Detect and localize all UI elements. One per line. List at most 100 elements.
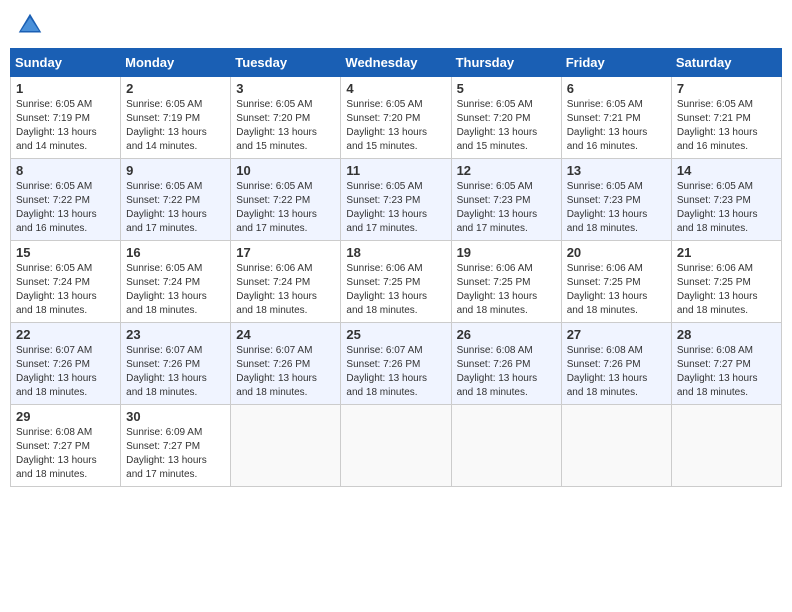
calendar-header-row: SundayMondayTuesdayWednesdayThursdayFrid… xyxy=(11,49,782,77)
sunrise-text: Sunrise: 6:05 AM xyxy=(16,98,115,112)
day-number: 17 xyxy=(236,245,335,260)
sunset-text: Sunset: 7:27 PM xyxy=(16,440,115,454)
sunrise-text: Sunrise: 6:05 AM xyxy=(126,180,225,194)
sunset-text: Sunset: 7:24 PM xyxy=(16,276,115,290)
sunset-text: Sunset: 7:20 PM xyxy=(457,112,556,126)
calendar-cell: 30 Sunrise: 6:09 AMSunset: 7:27 PMDayligh… xyxy=(121,405,231,487)
calendar-cell: 3Sunrise: 6:05 AMSunset: 7:20 PMDaylight… xyxy=(231,77,341,159)
day-info: Sunrise: 6:05 AMSunset: 7:23 PMDaylight:… xyxy=(457,180,556,236)
day-number: 30 xyxy=(126,409,225,424)
daylight-text: Daylight: 13 hours and 15 minutes. xyxy=(457,126,556,154)
day-info: Sunrise: 6:05 AMSunset: 7:20 PMDaylight:… xyxy=(236,98,335,154)
day-number: 2 xyxy=(126,81,225,96)
calendar-header-thursday: Thursday xyxy=(451,49,561,77)
calendar-cell: 25 Sunrise: 6:07 AMSunset: 7:26 PMDayligh… xyxy=(341,323,451,405)
daylight-text: Daylight: 13 hours and 18 minutes. xyxy=(677,290,776,318)
day-info: Sunrise: 6:07 AMSunset: 7:26 PMDaylight:… xyxy=(236,344,335,400)
calendar-cell: 7 Sunrise: 6:05 AMSunset: 7:21 PMDaylight… xyxy=(671,77,781,159)
day-number: 22 xyxy=(16,327,115,342)
sunset-text: Sunset: 7:20 PM xyxy=(236,112,335,126)
sunrise-text: Sunrise: 6:05 AM xyxy=(457,180,556,194)
sunset-text: Sunset: 7:25 PM xyxy=(567,276,666,290)
day-number: 23 xyxy=(126,327,225,342)
sunset-text: Sunset: 7:25 PM xyxy=(457,276,556,290)
sunset-text: Sunset: 7:23 PM xyxy=(567,194,666,208)
sunrise-text: Sunrise: 6:05 AM xyxy=(236,180,335,194)
day-number: 24 xyxy=(236,327,335,342)
daylight-text: Daylight: 13 hours and 18 minutes. xyxy=(126,372,225,400)
calendar-header-sunday: Sunday xyxy=(11,49,121,77)
daylight-text: Daylight: 13 hours and 18 minutes. xyxy=(346,372,445,400)
daylight-text: Daylight: 13 hours and 16 minutes. xyxy=(677,126,776,154)
daylight-text: Daylight: 13 hours and 18 minutes. xyxy=(567,290,666,318)
sunset-text: Sunset: 7:27 PM xyxy=(126,440,225,454)
calendar-cell: 27Sunrise: 6:08 AMSunset: 7:26 PMDayligh… xyxy=(561,323,671,405)
calendar-cell: 21 Sunrise: 6:06 AMSunset: 7:25 PMDayligh… xyxy=(671,241,781,323)
day-number: 26 xyxy=(457,327,556,342)
sunset-text: Sunset: 7:27 PM xyxy=(677,358,776,372)
day-number: 27 xyxy=(567,327,666,342)
sunrise-text: Sunrise: 6:08 AM xyxy=(567,344,666,358)
day-info: Sunrise: 6:09 AMSunset: 7:27 PMDaylight:… xyxy=(126,426,225,482)
day-info: Sunrise: 6:05 AMSunset: 7:20 PMDaylight:… xyxy=(346,98,445,154)
day-info: Sunrise: 6:06 AMSunset: 7:25 PMDaylight:… xyxy=(677,262,776,318)
sunrise-text: Sunrise: 6:07 AM xyxy=(126,344,225,358)
sunset-text: Sunset: 7:22 PM xyxy=(126,194,225,208)
sunset-text: Sunset: 7:22 PM xyxy=(236,194,335,208)
day-info: Sunrise: 6:05 AMSunset: 7:24 PMDaylight:… xyxy=(126,262,225,318)
day-info: Sunrise: 6:08 AMSunset: 7:27 PMDaylight:… xyxy=(16,426,115,482)
calendar-cell xyxy=(341,405,451,487)
calendar-header-wednesday: Wednesday xyxy=(341,49,451,77)
daylight-text: Daylight: 13 hours and 18 minutes. xyxy=(16,454,115,482)
sunrise-text: Sunrise: 6:05 AM xyxy=(126,98,225,112)
day-number: 21 xyxy=(677,245,776,260)
day-number: 14 xyxy=(677,163,776,178)
day-info: Sunrise: 6:06 AMSunset: 7:25 PMDaylight:… xyxy=(457,262,556,318)
sunset-text: Sunset: 7:20 PM xyxy=(346,112,445,126)
calendar-table: SundayMondayTuesdayWednesdayThursdayFrid… xyxy=(10,48,782,487)
day-number: 7 xyxy=(677,81,776,96)
calendar-cell: 28Sunrise: 6:08 AMSunset: 7:27 PMDayligh… xyxy=(671,323,781,405)
daylight-text: Daylight: 13 hours and 18 minutes. xyxy=(16,290,115,318)
sunset-text: Sunset: 7:26 PM xyxy=(126,358,225,372)
logo-icon xyxy=(15,10,45,40)
daylight-text: Daylight: 13 hours and 18 minutes. xyxy=(457,290,556,318)
daylight-text: Daylight: 13 hours and 17 minutes. xyxy=(126,454,225,482)
day-number: 9 xyxy=(126,163,225,178)
sunrise-text: Sunrise: 6:05 AM xyxy=(126,262,225,276)
day-number: 8 xyxy=(16,163,115,178)
calendar-cell: 13Sunrise: 6:05 AMSunset: 7:23 PMDayligh… xyxy=(561,159,671,241)
sunset-text: Sunset: 7:21 PM xyxy=(567,112,666,126)
sunrise-text: Sunrise: 6:05 AM xyxy=(346,98,445,112)
day-info: Sunrise: 6:07 AMSunset: 7:26 PMDaylight:… xyxy=(346,344,445,400)
sunset-text: Sunset: 7:26 PM xyxy=(346,358,445,372)
daylight-text: Daylight: 13 hours and 15 minutes. xyxy=(346,126,445,154)
calendar-cell: 18Sunrise: 6:06 AMSunset: 7:25 PMDayligh… xyxy=(341,241,451,323)
day-info: Sunrise: 6:08 AMSunset: 7:27 PMDaylight:… xyxy=(677,344,776,400)
sunrise-text: Sunrise: 6:06 AM xyxy=(236,262,335,276)
calendar-header-saturday: Saturday xyxy=(671,49,781,77)
calendar-cell: 16Sunrise: 6:05 AMSunset: 7:24 PMDayligh… xyxy=(121,241,231,323)
calendar-cell: 22Sunrise: 6:07 AMSunset: 7:26 PMDayligh… xyxy=(11,323,121,405)
sunrise-text: Sunrise: 6:05 AM xyxy=(677,98,776,112)
calendar-cell: 17Sunrise: 6:06 AMSunset: 7:24 PMDayligh… xyxy=(231,241,341,323)
day-number: 25 xyxy=(346,327,445,342)
sunrise-text: Sunrise: 6:05 AM xyxy=(16,180,115,194)
day-info: Sunrise: 6:05 AMSunset: 7:22 PMDaylight:… xyxy=(126,180,225,236)
day-info: Sunrise: 6:05 AMSunset: 7:24 PMDaylight:… xyxy=(16,262,115,318)
sunrise-text: Sunrise: 6:06 AM xyxy=(677,262,776,276)
day-info: Sunrise: 6:05 AMSunset: 7:22 PMDaylight:… xyxy=(16,180,115,236)
sunset-text: Sunset: 7:19 PM xyxy=(126,112,225,126)
day-number: 20 xyxy=(567,245,666,260)
daylight-text: Daylight: 13 hours and 18 minutes. xyxy=(567,208,666,236)
calendar-cell xyxy=(451,405,561,487)
calendar-cell: 23 Sunrise: 6:07 AMSunset: 7:26 PMDayligh… xyxy=(121,323,231,405)
day-info: Sunrise: 6:05 AMSunset: 7:23 PMDaylight:… xyxy=(567,180,666,236)
calendar-cell: 14Sunrise: 6:05 AMSunset: 7:23 PMDayligh… xyxy=(671,159,781,241)
day-number: 29 xyxy=(16,409,115,424)
day-info: Sunrise: 6:08 AMSunset: 7:26 PMDaylight:… xyxy=(457,344,556,400)
calendar-cell: 9 Sunrise: 6:05 AMSunset: 7:22 PMDaylight… xyxy=(121,159,231,241)
day-number: 15 xyxy=(16,245,115,260)
calendar-cell xyxy=(231,405,341,487)
day-info: Sunrise: 6:05 AMSunset: 7:21 PMDaylight:… xyxy=(677,98,776,154)
